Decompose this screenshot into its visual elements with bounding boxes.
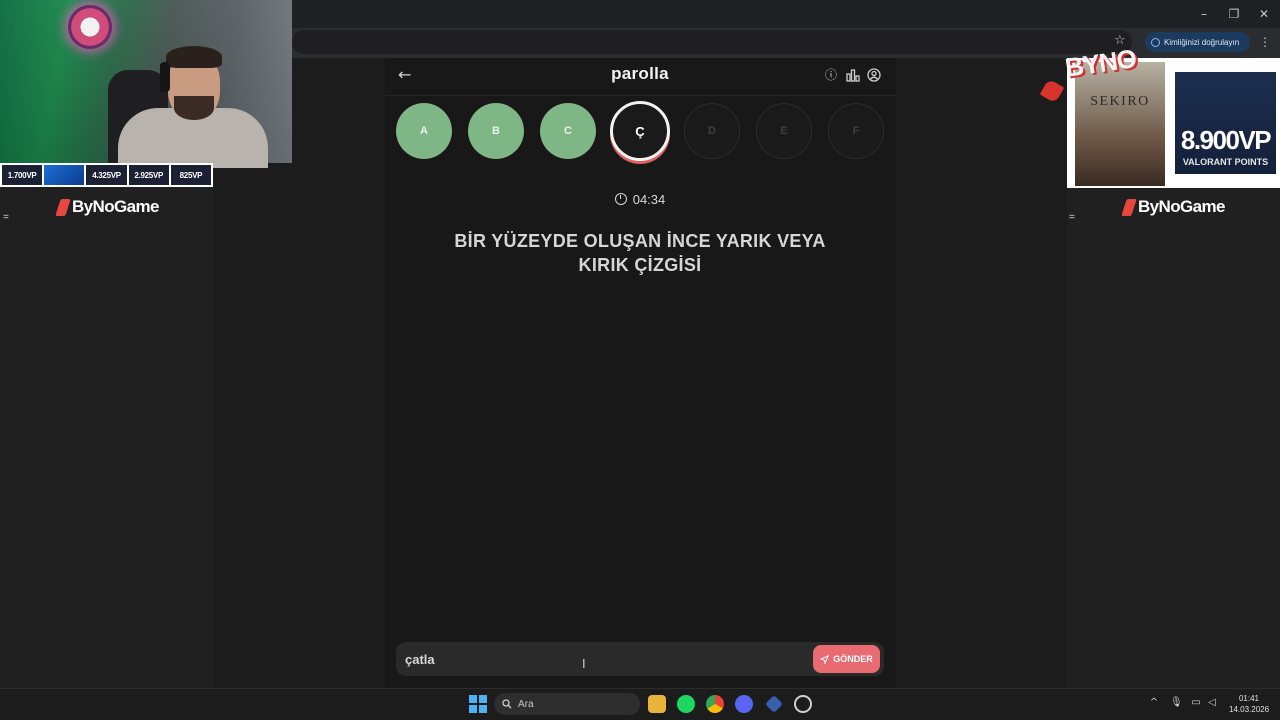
- info-icon: [1151, 37, 1160, 47]
- send-label: GÖNDER: [833, 654, 873, 664]
- app-title: parolla: [611, 64, 669, 83]
- gamepad-neon-logo: [68, 5, 112, 49]
- tray-chevron-icon[interactable]: ^: [1148, 697, 1160, 709]
- minimize-icon[interactable]: –: [1194, 6, 1214, 22]
- taskbar-search[interactable]: Ara: [494, 693, 640, 715]
- streamer-beard: [174, 96, 214, 120]
- windows-taskbar: [0, 688, 1280, 720]
- right-gutter: [896, 58, 1067, 688]
- menu-glyph: =: [3, 212, 9, 223]
- vp-tile: 825VP: [170, 165, 212, 185]
- info-icon[interactable]: ⓘ: [824, 68, 838, 82]
- letter-label: E: [780, 125, 788, 137]
- letter-circle-b[interactable]: B: [468, 103, 524, 159]
- back-arrow-icon[interactable]: ←: [398, 66, 416, 84]
- browser-menu-icon[interactable]: ⋮: [1258, 34, 1272, 50]
- letter-label: D: [708, 125, 716, 137]
- close-icon[interactable]: ✕: [1254, 6, 1274, 22]
- restore-icon[interactable]: ❐: [1224, 6, 1244, 22]
- network-icon[interactable]: ▭: [1190, 697, 1202, 709]
- vp-tile: 4.325VP: [86, 165, 127, 185]
- sekiro-title: SEKIRO: [1090, 94, 1150, 109]
- letter-circle-d[interactable]: D: [684, 103, 740, 159]
- bynogame-mark-icon: [55, 198, 71, 216]
- letter-circle-e[interactable]: E: [756, 103, 812, 159]
- address-bar[interactable]: [292, 30, 1132, 54]
- stats-chart-icon[interactable]: [846, 68, 860, 82]
- vp-tile-image: [44, 165, 85, 185]
- headset: [160, 62, 170, 92]
- letter-circle-a[interactable]: A: [396, 103, 452, 159]
- profile-icon[interactable]: [867, 68, 881, 82]
- brand-label: ByNoGame: [72, 197, 159, 216]
- vp-tile: 1.700VP: [2, 165, 43, 185]
- answer-input[interactable]: [405, 650, 795, 668]
- clock-icon: [614, 193, 627, 205]
- clock-date: 14.03.2026: [1229, 705, 1270, 714]
- app-circle-icon[interactable]: [794, 695, 812, 713]
- letter-label: F: [852, 125, 860, 137]
- menu-glyph: =: [1069, 212, 1075, 223]
- countdown-timer: 04:34: [600, 190, 680, 208]
- brand-label: ByNoGame: [1138, 197, 1225, 216]
- mouse-text-cursor-icon: I: [582, 656, 586, 671]
- windows-start-icon[interactable]: [469, 695, 487, 713]
- vp-tile: 2.925VP: [128, 165, 169, 185]
- bynogame-logo: ByNoGame: [1121, 197, 1225, 217]
- letter-circle-c-cedilla-active[interactable]: Ç: [610, 101, 670, 161]
- search-icon: [502, 699, 512, 709]
- letter-label: B: [492, 125, 500, 137]
- send-button[interactable]: GÖNDER: [813, 645, 880, 673]
- streamer-hair: [166, 46, 222, 68]
- letter-label: A: [420, 125, 428, 137]
- question-text: BİR YÜZEYDE OLUŞAN İNCE YARIK VEYA KIRIK…: [454, 231, 826, 275]
- letter-label: Ç: [635, 123, 645, 139]
- valorant-amount: 8.900VP: [1180, 125, 1272, 155]
- letter-circle-f[interactable]: F: [828, 103, 884, 159]
- bynogame-logo: ByNoGame: [55, 197, 159, 217]
- send-icon: [820, 654, 830, 664]
- microphone-icon[interactable]: 🎙: [1170, 697, 1183, 709]
- verify-identity-label: Kimliğinizi doğrulayın: [1164, 37, 1240, 47]
- search-label: Ara: [518, 698, 534, 710]
- valorant-subtitle: VALORANT POINTS: [1182, 157, 1269, 167]
- system-clock[interactable]: 01:41 14.03.2026: [1229, 693, 1269, 715]
- clock-time: 01:41: [1238, 694, 1260, 703]
- header-divider: [385, 95, 896, 96]
- vp-promo-strip: 1.700VP 4.325VP 2.925VP 825VP: [0, 163, 213, 187]
- bynogame-mark-icon: [1121, 198, 1137, 216]
- discord-icon[interactable]: [735, 695, 753, 713]
- file-explorer-icon[interactable]: [648, 695, 666, 713]
- chrome-icon[interactable]: [706, 695, 724, 713]
- letter-circle-c[interactable]: C: [540, 103, 596, 159]
- timer-value: 04:34: [632, 191, 666, 207]
- verify-identity-button[interactable]: Kimliğinizi doğrulayın: [1145, 32, 1250, 52]
- letter-label: C: [564, 125, 572, 137]
- spotify-icon[interactable]: [677, 695, 695, 713]
- volume-icon[interactable]: ◁: [1206, 697, 1218, 709]
